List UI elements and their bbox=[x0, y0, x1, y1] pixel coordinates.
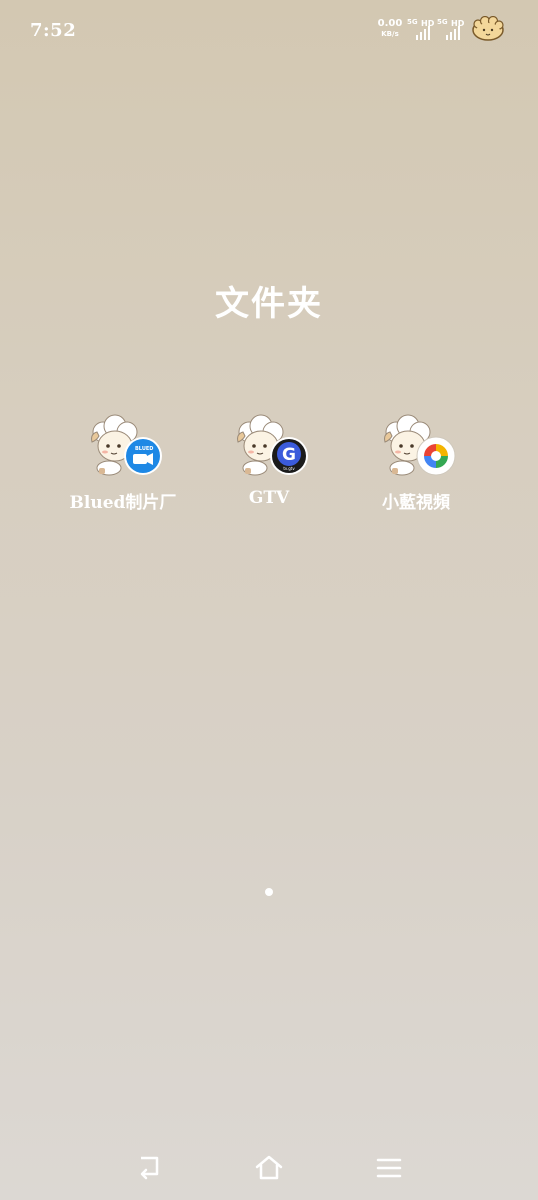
sim1-signal-icon: 5G HD bbox=[407, 18, 434, 40]
status-time: 7:52 bbox=[30, 20, 77, 41]
svg-text:G: G bbox=[282, 445, 296, 465]
home-icon[interactable] bbox=[251, 1150, 287, 1186]
svg-text:tv.gtv: tv.gtv bbox=[283, 466, 295, 471]
folder-title: 文件夹 bbox=[215, 284, 323, 324]
svg-text:BLUED: BLUED bbox=[135, 446, 153, 452]
app-gtv-label: GTV bbox=[248, 488, 290, 508]
sheep-blue-camera-icon: BLUED bbox=[91, 414, 162, 476]
sim1-network-type: 5G bbox=[407, 18, 418, 26]
network-speed-unit: KB/s bbox=[381, 30, 399, 38]
app-xiaolan-video[interactable]: 小藍視頻 bbox=[351, 412, 481, 522]
sheep-gtv-icon: G tv.gtv bbox=[237, 414, 308, 476]
status-bar: 7:52 0.00 KB/s 5G HD 5G HD bbox=[0, 0, 538, 60]
menu-icon[interactable] bbox=[371, 1150, 407, 1186]
app-xiaolan-video-label: 小藍視頻 bbox=[382, 493, 450, 513]
app-blued[interactable]: BLUED Blued制片厂 bbox=[58, 412, 188, 522]
back-icon[interactable] bbox=[131, 1150, 167, 1186]
network-speed: 0.00 KB/s bbox=[377, 19, 403, 39]
sheep-colorful-circle-icon bbox=[384, 414, 456, 476]
network-speed-value: 0.00 bbox=[377, 18, 403, 29]
sim2-signal-icon: 5G HD bbox=[437, 18, 464, 40]
app-gtv[interactable]: G tv.gtv GTV bbox=[204, 412, 334, 522]
app-blued-label: Blued制片厂 bbox=[69, 493, 177, 513]
sheep-battery-icon bbox=[472, 16, 504, 41]
sim2-network-type: 5G bbox=[437, 18, 448, 26]
page-indicator-dot bbox=[265, 888, 273, 896]
